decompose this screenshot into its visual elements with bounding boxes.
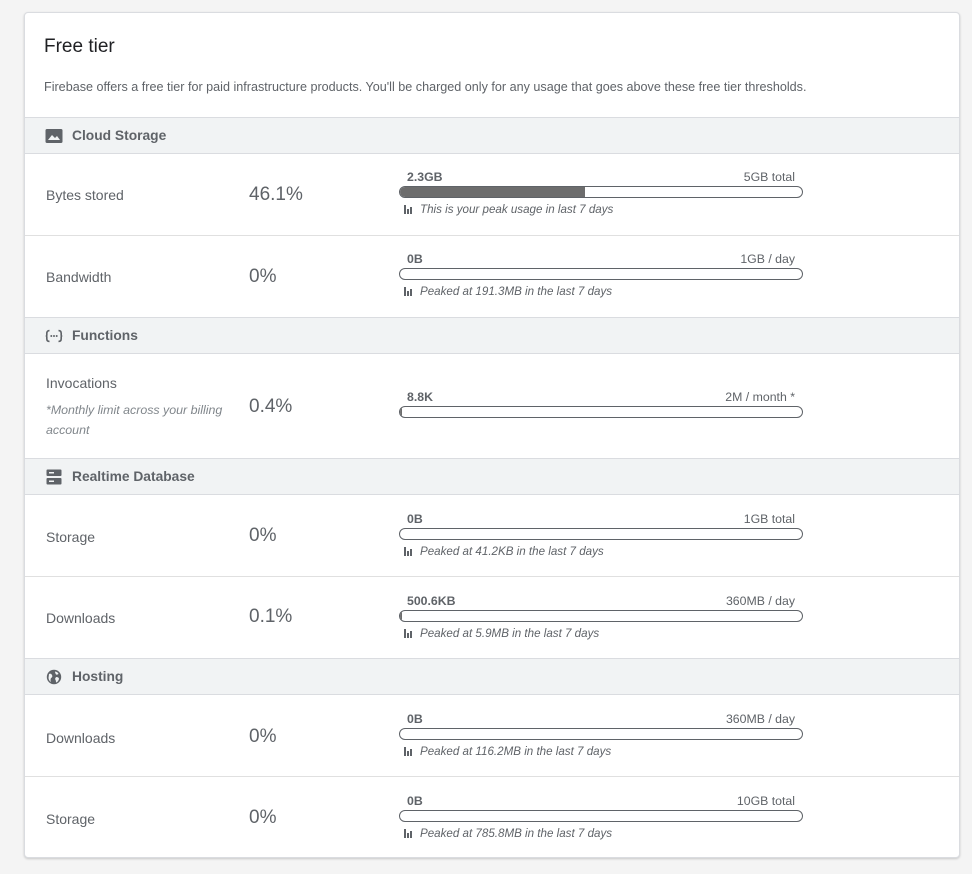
- usage-percent: 46.1%: [249, 184, 303, 205]
- peak-text: Peaked at 191.3MB in the last 7 days: [420, 284, 613, 298]
- progress-fill: [400, 187, 586, 197]
- usage-row-rtdb-storage: Storage 0% 0B 1GB total Peaked at 41.2KB…: [25, 495, 959, 577]
- peak-usage-note: Peaked at 5.9MB in the last 7 days: [399, 626, 803, 640]
- used-value: 2.3GB: [407, 170, 443, 184]
- progress-fill: [400, 407, 402, 417]
- limit-value: 1GB / day: [740, 252, 795, 266]
- usage-row-invocations: Invocations *Monthly limit across your b…: [25, 354, 959, 459]
- usage-percent: 0.1%: [249, 606, 293, 627]
- peak-text: Peaked at 5.9MB in the last 7 days: [420, 626, 600, 640]
- usage-percent: 0%: [249, 726, 277, 747]
- metric-label: Downloads: [46, 730, 116, 746]
- bar-chart-icon: [404, 746, 416, 756]
- free-tier-card: Free tier Firebase offers a free tier fo…: [24, 12, 960, 858]
- progress-bar: [399, 406, 803, 418]
- bar-chart-icon: [404, 628, 416, 638]
- section-label: Functions: [72, 328, 138, 343]
- used-value: 8.8K: [407, 390, 433, 404]
- progress-bar: [399, 810, 803, 822]
- progress-bar: [399, 528, 803, 540]
- progress-bar: [399, 268, 803, 280]
- progress-bar: [399, 728, 803, 740]
- usage-percent: 0%: [249, 807, 277, 828]
- metric-note: *Monthly limit across your billing accou…: [46, 403, 223, 437]
- peak-text: Peaked at 116.2MB in the last 7 days: [420, 744, 612, 758]
- bar-chart-icon: [404, 286, 416, 296]
- usage-percent: 0%: [249, 525, 277, 546]
- used-value: 0B: [407, 512, 423, 526]
- metric-label: Storage: [46, 811, 96, 827]
- peak-usage-note: Peaked at 116.2MB in the last 7 days: [399, 744, 803, 758]
- usage-meter: 2.3GB 5GB total This is your peak usage …: [399, 170, 803, 216]
- globe-icon: [45, 668, 63, 686]
- peak-usage-note: Peaked at 41.2KB in the last 7 days: [399, 544, 803, 558]
- peak-text: This is your peak usage in last 7 days: [420, 202, 614, 216]
- section-label: Realtime Database: [72, 469, 195, 484]
- usage-percent: 0.4%: [249, 396, 293, 417]
- usage-meter: 0B 360MB / day Peaked at 116.2MB in the …: [399, 712, 803, 758]
- usage-meter: 8.8K 2M / month *: [399, 390, 803, 418]
- limit-value: 10GB total: [736, 794, 795, 808]
- section-header-realtime-database: Realtime Database: [25, 458, 959, 495]
- metric-label: Invocations: [46, 375, 117, 391]
- metric-label: Bytes stored: [46, 187, 124, 203]
- usage-row-bandwidth: Bandwidth 0% 0B 1GB / day Peaked at 191.…: [25, 236, 959, 318]
- used-value: 0B: [407, 794, 423, 808]
- usage-row-bytes-stored: Bytes stored 46.1% 2.3GB 5GB total This …: [25, 154, 959, 236]
- limit-value: 360MB / day: [725, 712, 795, 726]
- section-header-cloud-storage: Cloud Storage: [25, 117, 959, 154]
- peak-usage-note: Peaked at 191.3MB in the last 7 days: [399, 284, 803, 298]
- peak-usage-note: Peaked at 785.8MB in the last 7 days: [399, 826, 803, 840]
- bar-chart-icon: [404, 828, 416, 838]
- card-description: Firebase offers a free tier for paid inf…: [44, 80, 807, 94]
- used-value: 0B: [407, 712, 423, 726]
- metric-label: Bandwidth: [46, 269, 112, 285]
- peak-text: Peaked at 41.2KB in the last 7 days: [420, 544, 604, 558]
- peak-usage-note: This is your peak usage in last 7 days: [399, 202, 803, 216]
- functions-icon: [45, 327, 63, 345]
- usage-meter: 0B 1GB total Peaked at 41.2KB in the las…: [399, 512, 803, 558]
- usage-percent: 0%: [249, 266, 277, 287]
- image-icon: [45, 127, 63, 145]
- card-title: Free tier: [44, 36, 115, 57]
- metric-label: Storage: [46, 529, 96, 545]
- usage-meter: 500.6KB 360MB / day Peaked at 5.9MB in t…: [399, 594, 803, 640]
- bar-chart-icon: [404, 204, 416, 214]
- used-value: 500.6KB: [407, 594, 456, 608]
- metric-label: Downloads: [46, 610, 116, 626]
- section-label: Cloud Storage: [72, 128, 167, 143]
- limit-value: 2M / month *: [725, 390, 795, 404]
- usage-row-rtdb-downloads: Downloads 0.1% 500.6KB 360MB / day Peake…: [25, 577, 959, 659]
- usage-row-hosting-downloads: Downloads 0% 0B 360MB / day Peaked at 11…: [25, 695, 959, 777]
- used-value: 0B: [407, 252, 423, 266]
- progress-fill: [400, 611, 402, 621]
- database-icon: [45, 468, 63, 486]
- bar-chart-icon: [404, 546, 416, 556]
- peak-text: Peaked at 785.8MB in the last 7 days: [420, 826, 613, 840]
- limit-value: 1GB total: [743, 512, 795, 526]
- section-label: Hosting: [72, 669, 124, 684]
- progress-bar: [399, 610, 803, 622]
- section-header-hosting: Hosting: [25, 658, 959, 695]
- usage-row-hosting-storage: Storage 0% 0B 10GB total Peaked at 785.8…: [25, 777, 959, 859]
- usage-meter: 0B 10GB total Peaked at 785.8MB in the l…: [399, 794, 803, 840]
- limit-value: 360MB / day: [725, 594, 795, 608]
- section-header-functions: Functions: [25, 317, 959, 354]
- progress-bar: [399, 186, 803, 198]
- limit-value: 5GB total: [743, 170, 795, 184]
- usage-meter: 0B 1GB / day Peaked at 191.3MB in the la…: [399, 252, 803, 298]
